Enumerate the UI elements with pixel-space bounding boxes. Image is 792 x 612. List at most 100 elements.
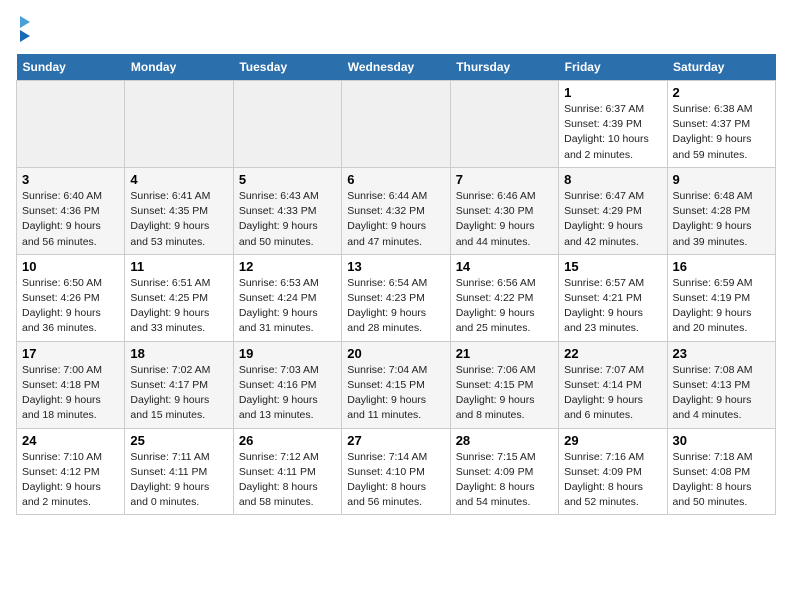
day-info: Sunrise: 7:03 AMSunset: 4:16 PMDaylight:… (239, 363, 336, 424)
day-info: Sunrise: 7:00 AMSunset: 4:18 PMDaylight:… (22, 363, 119, 424)
day-number: 8 (564, 172, 661, 187)
calendar-cell: 12 Sunrise: 6:53 AMSunset: 4:24 PMDayligh… (233, 254, 341, 341)
day-number: 15 (564, 259, 661, 274)
calendar-cell: 28Sunrise: 7:15 AMSunset: 4:09 PMDayligh… (450, 428, 558, 515)
day-info: Sunrise: 7:06 AMSunset: 4:15 PMDaylight:… (456, 363, 553, 424)
calendar-cell (233, 81, 341, 168)
day-number: 12 (239, 259, 336, 274)
day-info: Sunrise: 7:16 AMSunset: 4:09 PMDaylight:… (564, 450, 661, 511)
calendar-cell: 16 Sunrise: 6:59 AMSunset: 4:19 PMDayligh… (667, 254, 775, 341)
day-info: Sunrise: 7:07 AMSunset: 4:14 PMDaylight:… (564, 363, 661, 424)
day-info: Sunrise: 7:18 AMSunset: 4:08 PMDaylight:… (673, 450, 770, 511)
calendar-cell (125, 81, 233, 168)
day-info: Sunrise: 7:10 AMSunset: 4:12 PMDaylight:… (22, 450, 119, 511)
calendar-cell (342, 81, 450, 168)
day-number: 27 (347, 433, 444, 448)
calendar-cell: 9 Sunrise: 6:48 AMSunset: 4:28 PMDaylight… (667, 167, 775, 254)
calendar-cell (450, 81, 558, 168)
day-number: 16 (673, 259, 770, 274)
day-info: Sunrise: 7:14 AMSunset: 4:10 PMDaylight:… (347, 450, 444, 511)
calendar-cell: 23Sunrise: 7:08 AMSunset: 4:13 PMDayligh… (667, 341, 775, 428)
calendar-cell: 3 Sunrise: 6:40 AMSunset: 4:36 PMDaylight… (17, 167, 125, 254)
day-number: 23 (673, 346, 770, 361)
day-number: 6 (347, 172, 444, 187)
day-info: Sunrise: 6:38 AMSunset: 4:37 PMDaylight:… (673, 102, 770, 163)
calendar-cell: 22 Sunrise: 7:07 AMSunset: 4:14 PMDayligh… (559, 341, 667, 428)
calendar-cell: 13 Sunrise: 6:54 AMSunset: 4:23 PMDayligh… (342, 254, 450, 341)
calendar-cell: 30 Sunrise: 7:18 AMSunset: 4:08 PMDayligh… (667, 428, 775, 515)
calendar-cell: 1 Sunrise: 6:37 AMSunset: 4:39 PMDaylight… (559, 81, 667, 168)
day-info: Sunrise: 7:12 AMSunset: 4:11 PMDaylight:… (239, 450, 336, 511)
calendar-cell: 24 Sunrise: 7:10 AMSunset: 4:12 PMDayligh… (17, 428, 125, 515)
day-number: 5 (239, 172, 336, 187)
day-number: 9 (673, 172, 770, 187)
day-info: Sunrise: 6:50 AMSunset: 4:26 PMDaylight:… (22, 276, 119, 337)
calendar-cell: 25Sunrise: 7:11 AMSunset: 4:11 PMDayligh… (125, 428, 233, 515)
calendar-cell: 4 Sunrise: 6:41 AMSunset: 4:35 PMDaylight… (125, 167, 233, 254)
calendar-cell: 5 Sunrise: 6:43 AMSunset: 4:33 PMDaylight… (233, 167, 341, 254)
day-number: 18 (130, 346, 227, 361)
calendar-cell (17, 81, 125, 168)
day-info: Sunrise: 6:51 AMSunset: 4:25 PMDaylight:… (130, 276, 227, 337)
day-info: Sunrise: 6:48 AMSunset: 4:28 PMDaylight:… (673, 189, 770, 250)
calendar-cell: 26 Sunrise: 7:12 AMSunset: 4:11 PMDayligh… (233, 428, 341, 515)
calendar-cell: 14 Sunrise: 6:56 AMSunset: 4:22 PMDayligh… (450, 254, 558, 341)
dow-header-saturday: Saturday (667, 54, 775, 81)
day-number: 29 (564, 433, 661, 448)
day-number: 1 (564, 85, 661, 100)
calendar-cell: 8 Sunrise: 6:47 AMSunset: 4:29 PMDaylight… (559, 167, 667, 254)
page-header (16, 16, 776, 42)
day-number: 26 (239, 433, 336, 448)
logo-arrow-top (20, 16, 30, 28)
day-info: Sunrise: 6:59 AMSunset: 4:19 PMDaylight:… (673, 276, 770, 337)
day-info: Sunrise: 7:15 AMSunset: 4:09 PMDaylight:… (456, 450, 553, 511)
day-info: Sunrise: 6:47 AMSunset: 4:29 PMDaylight:… (564, 189, 661, 250)
day-number: 3 (22, 172, 119, 187)
day-info: Sunrise: 7:02 AMSunset: 4:17 PMDaylight:… (130, 363, 227, 424)
dow-header-thursday: Thursday (450, 54, 558, 81)
calendar-cell: 6 Sunrise: 6:44 AMSunset: 4:32 PMDaylight… (342, 167, 450, 254)
day-number: 2 (673, 85, 770, 100)
calendar-table: SundayMondayTuesdayWednesdayThursdayFrid… (16, 54, 776, 515)
calendar-cell: 21 Sunrise: 7:06 AMSunset: 4:15 PMDayligh… (450, 341, 558, 428)
calendar-cell: 10 Sunrise: 6:50 AMSunset: 4:26 PMDayligh… (17, 254, 125, 341)
logo-arrow-bottom (20, 30, 30, 42)
day-number: 13 (347, 259, 444, 274)
calendar-cell: 29 Sunrise: 7:16 AMSunset: 4:09 PMDayligh… (559, 428, 667, 515)
day-number: 7 (456, 172, 553, 187)
day-info: Sunrise: 6:57 AMSunset: 4:21 PMDaylight:… (564, 276, 661, 337)
day-info: Sunrise: 6:56 AMSunset: 4:22 PMDaylight:… (456, 276, 553, 337)
day-number: 25 (130, 433, 227, 448)
day-info: Sunrise: 6:44 AMSunset: 4:32 PMDaylight:… (347, 189, 444, 250)
day-info: Sunrise: 6:46 AMSunset: 4:30 PMDaylight:… (456, 189, 553, 250)
day-number: 24 (22, 433, 119, 448)
day-number: 30 (673, 433, 770, 448)
calendar-cell: 2 Sunrise: 6:38 AMSunset: 4:37 PMDaylight… (667, 81, 775, 168)
day-number: 11 (130, 259, 227, 274)
day-number: 10 (22, 259, 119, 274)
calendar-cell: 11 Sunrise: 6:51 AMSunset: 4:25 PMDayligh… (125, 254, 233, 341)
day-info: Sunrise: 6:37 AMSunset: 4:39 PMDaylight:… (564, 102, 661, 163)
day-info: Sunrise: 6:43 AMSunset: 4:33 PMDaylight:… (239, 189, 336, 250)
day-info: Sunrise: 6:54 AMSunset: 4:23 PMDaylight:… (347, 276, 444, 337)
day-number: 17 (22, 346, 119, 361)
calendar-cell: 7 Sunrise: 6:46 AMSunset: 4:30 PMDaylight… (450, 167, 558, 254)
dow-header-tuesday: Tuesday (233, 54, 341, 81)
day-number: 4 (130, 172, 227, 187)
logo (16, 16, 30, 42)
calendar-cell: 17 Sunrise: 7:00 AMSunset: 4:18 PMDayligh… (17, 341, 125, 428)
dow-header-monday: Monday (125, 54, 233, 81)
day-number: 19 (239, 346, 336, 361)
calendar-cell: 27 Sunrise: 7:14 AMSunset: 4:10 PMDayligh… (342, 428, 450, 515)
day-number: 21 (456, 346, 553, 361)
calendar-cell: 18 Sunrise: 7:02 AMSunset: 4:17 PMDayligh… (125, 341, 233, 428)
day-info: Sunrise: 7:04 AMSunset: 4:15 PMDaylight:… (347, 363, 444, 424)
calendar-cell: 19 Sunrise: 7:03 AMSunset: 4:16 PMDayligh… (233, 341, 341, 428)
dow-header-sunday: Sunday (17, 54, 125, 81)
day-info: Sunrise: 6:53 AMSunset: 4:24 PMDaylight:… (239, 276, 336, 337)
day-info: Sunrise: 6:41 AMSunset: 4:35 PMDaylight:… (130, 189, 227, 250)
day-number: 22 (564, 346, 661, 361)
calendar-cell: 20Sunrise: 7:04 AMSunset: 4:15 PMDayligh… (342, 341, 450, 428)
day-info: Sunrise: 6:40 AMSunset: 4:36 PMDaylight:… (22, 189, 119, 250)
day-number: 14 (456, 259, 553, 274)
